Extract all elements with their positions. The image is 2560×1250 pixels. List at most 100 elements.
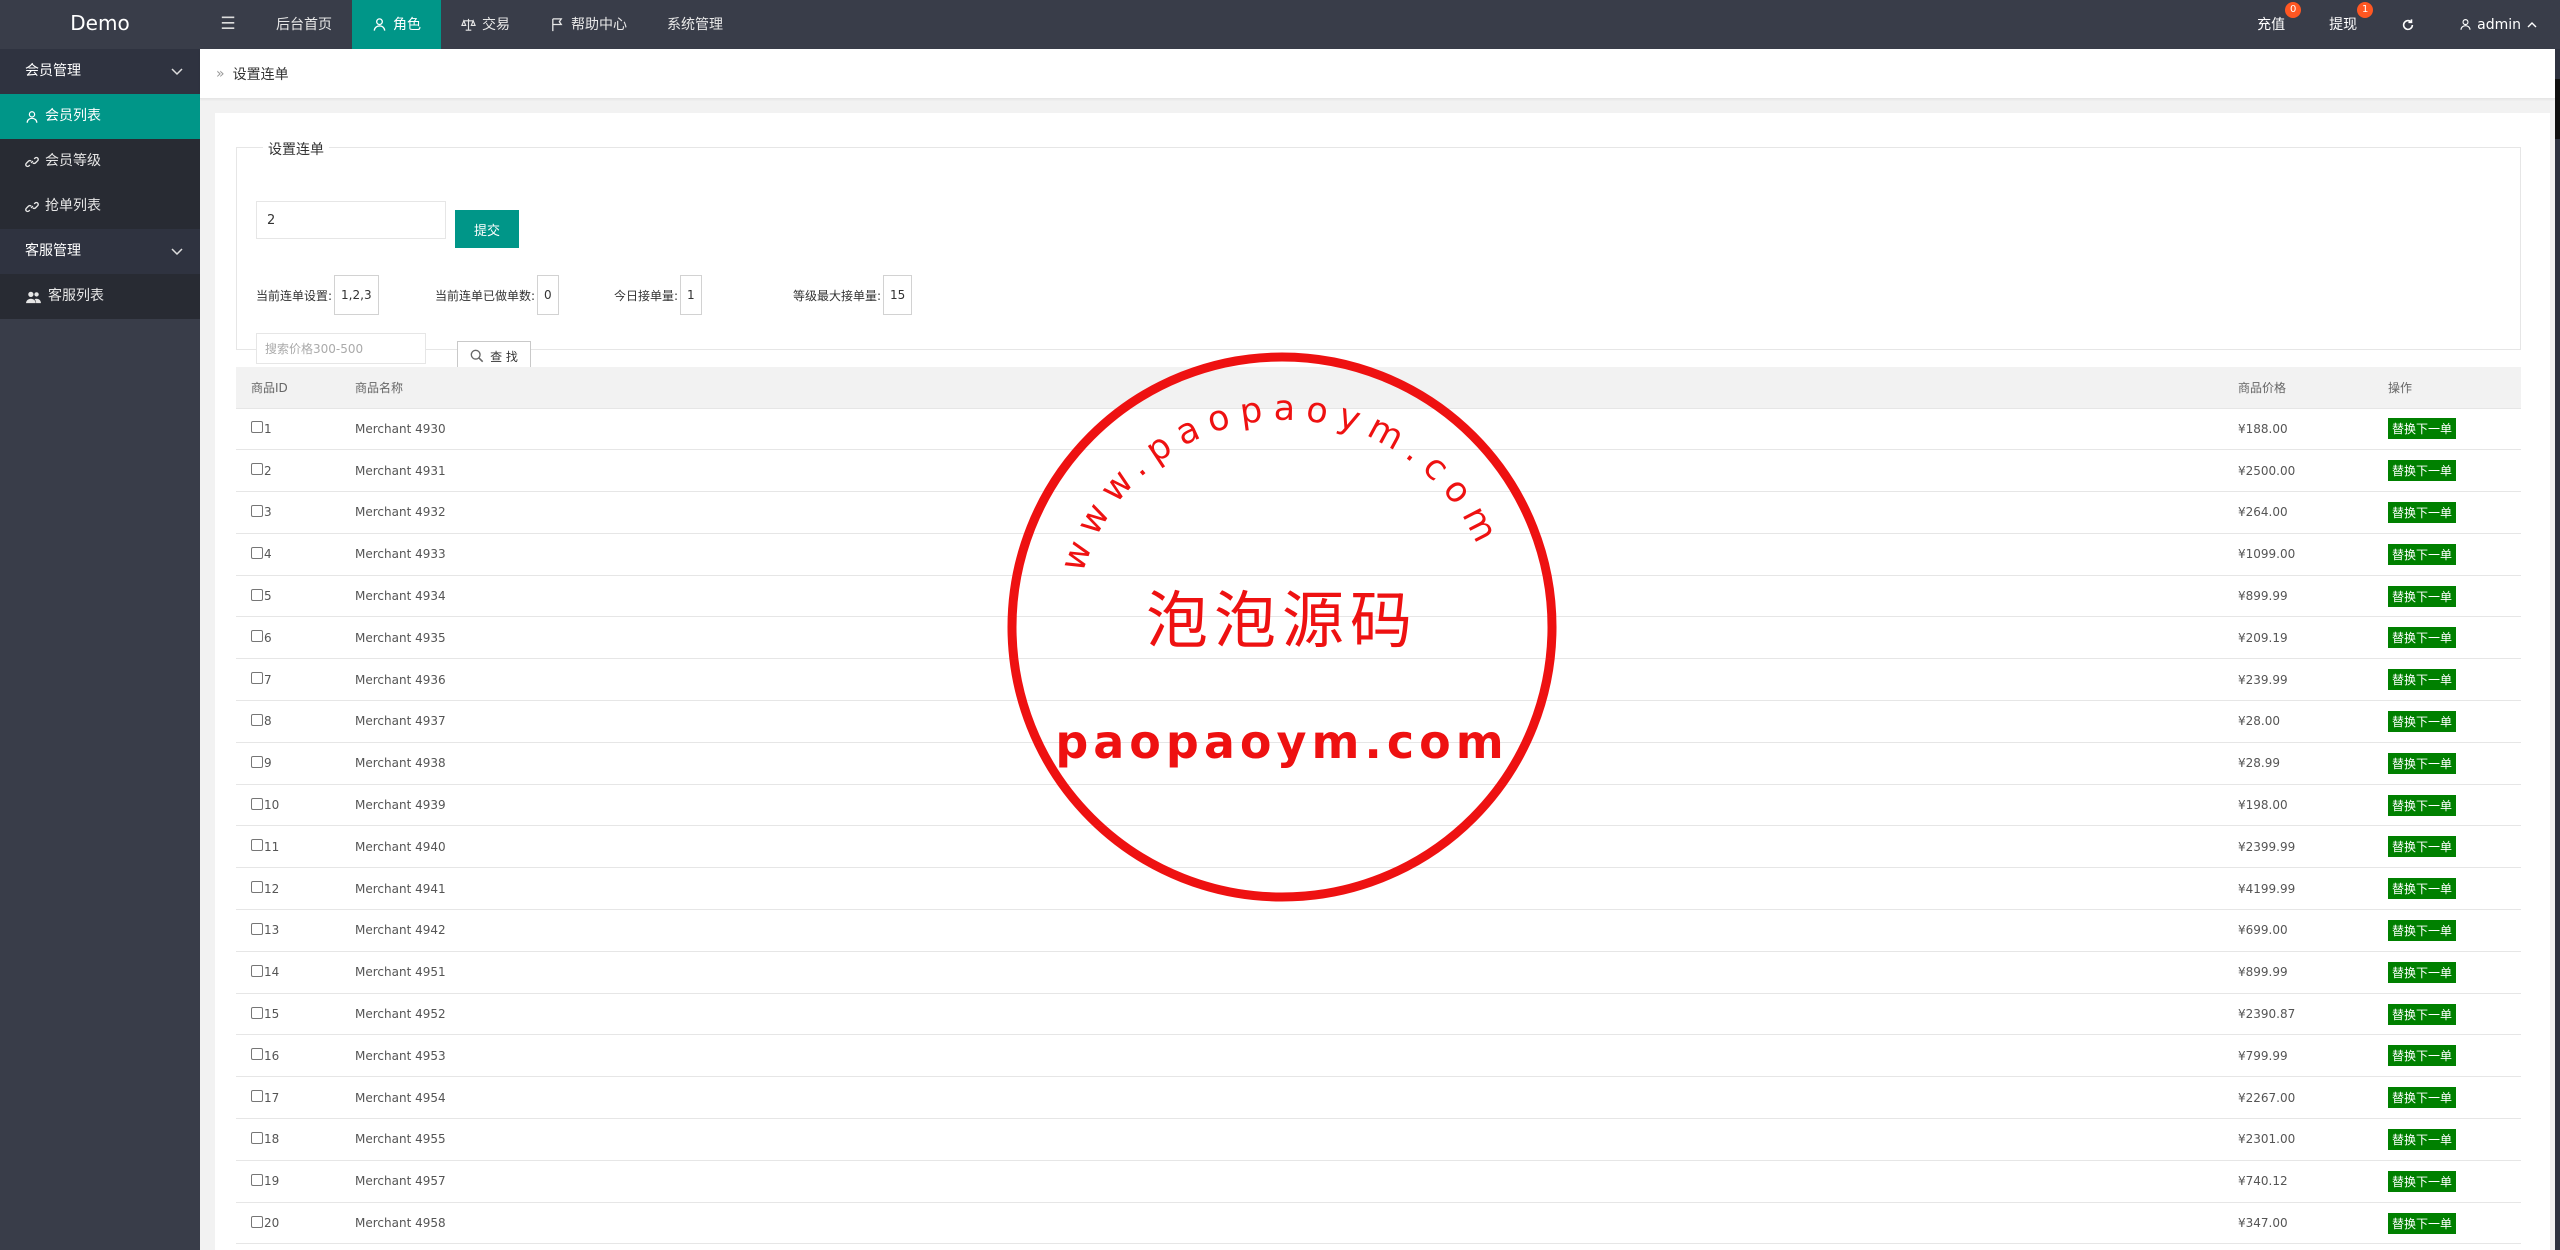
refresh-button[interactable]: [2379, 0, 2437, 49]
scrollbar-thumb[interactable]: [2555, 79, 2560, 139]
submit-button[interactable]: 提交: [455, 210, 519, 248]
user-menu[interactable]: admin: [2437, 0, 2560, 49]
replace-next-button[interactable]: 替换下一单: [2388, 418, 2457, 440]
replace-next-button[interactable]: 替换下一单: [2388, 794, 2457, 816]
row-checkbox[interactable]: [251, 797, 263, 810]
row-id: 1: [264, 421, 272, 436]
row-checkbox[interactable]: [251, 713, 263, 726]
replace-next-button[interactable]: 替换下一单: [2388, 669, 2457, 691]
replace-next-button[interactable]: 替换下一单: [2388, 1087, 2457, 1109]
stat-value: 1: [680, 275, 702, 315]
sidebar-item-member-list[interactable]: 会员列表: [0, 94, 200, 139]
search-icon: [470, 349, 484, 363]
row-checkbox[interactable]: [251, 755, 263, 768]
top-header: Demo ☰ 后台首页 角色 交易 帮助中心 系统管理 充值 0 提现 1 ad…: [0, 0, 2560, 49]
cell-name: Merchant 4953: [340, 1034, 2223, 1078]
sidebar-item-service-list[interactable]: 客服列表: [0, 274, 200, 319]
chain-order-input[interactable]: [256, 201, 446, 239]
top-nav: 后台首页 角色 交易 帮助中心 系统管理: [256, 0, 743, 49]
row-checkbox[interactable]: [251, 463, 263, 476]
replace-next-button[interactable]: 替换下一单: [2388, 752, 2457, 774]
row-id: 2: [264, 463, 272, 478]
col-header-id: 商品ID: [236, 367, 340, 409]
replace-next-button[interactable]: 替换下一单: [2388, 1045, 2457, 1067]
stat-current-setting: 当前连单设置: 1,2,3: [256, 275, 379, 315]
row-checkbox[interactable]: [251, 672, 263, 685]
cell-price: ¥2301.00: [2223, 1118, 2373, 1161]
cell-action: 替换下一单: [2373, 1034, 2521, 1078]
topnav-item-help[interactable]: 帮助中心: [530, 0, 647, 49]
topnav-item-system[interactable]: 系统管理: [647, 0, 743, 49]
table-row: 7 Merchant 4936 ¥239.99 替换下一单: [236, 658, 2521, 702]
topnav-item-role[interactable]: 角色: [352, 0, 441, 49]
table-row: 16 Merchant 4953 ¥799.99 替换下一单: [236, 1034, 2521, 1078]
sidebar-item-member-level[interactable]: 会员等级: [0, 139, 200, 184]
row-checkbox[interactable]: [251, 1006, 263, 1019]
recharge-link[interactable]: 充值 0: [2235, 0, 2307, 49]
replace-next-button[interactable]: 替换下一单: [2388, 1003, 2457, 1025]
table-row: 1 Merchant 4930 ¥188.00 替换下一单: [236, 408, 2521, 451]
sidebar-item-order-list[interactable]: 抢单列表: [0, 184, 200, 229]
row-id: 8: [264, 714, 272, 729]
row-checkbox[interactable]: [251, 1215, 263, 1228]
row-checkbox[interactable]: [251, 504, 263, 517]
cell-id: 1: [236, 408, 340, 451]
cell-price: ¥188.00: [2223, 408, 2373, 451]
cell-price: ¥4199.99: [2223, 867, 2373, 911]
withdraw-link[interactable]: 提现 1: [2307, 0, 2379, 49]
replace-next-button[interactable]: 替换下一单: [2388, 1170, 2457, 1192]
row-checkbox[interactable]: [251, 588, 263, 601]
topnav-label: 帮助中心: [571, 16, 627, 33]
replace-next-button[interactable]: 替换下一单: [2388, 919, 2457, 941]
cell-id: 20: [236, 1202, 340, 1245]
cell-id: 16: [236, 1034, 340, 1078]
topnav-item-home[interactable]: 后台首页: [256, 0, 352, 49]
sidebar-group-label: 客服管理: [25, 243, 81, 259]
cell-action: 替换下一单: [2373, 616, 2521, 660]
cell-price: ¥2390.87: [2223, 993, 2373, 1036]
row-checkbox[interactable]: [251, 922, 263, 935]
sidebar-group-members[interactable]: 会员管理: [0, 49, 200, 94]
menu-toggle-icon[interactable]: ☰: [210, 0, 246, 49]
scrollbar[interactable]: [2555, 49, 2560, 1250]
cell-price: ¥1099.00: [2223, 533, 2373, 576]
row-checkbox[interactable]: [251, 839, 263, 852]
row-checkbox[interactable]: [251, 964, 263, 977]
refresh-icon: [2402, 18, 2414, 30]
stat-today-orders: 今日接单量: 1: [614, 275, 702, 315]
row-checkbox[interactable]: [251, 630, 263, 643]
replace-next-button[interactable]: 替换下一单: [2388, 460, 2457, 482]
cell-action: 替换下一单: [2373, 491, 2521, 534]
cell-price: ¥347.00: [2223, 1202, 2373, 1245]
replace-next-button[interactable]: 替换下一单: [2388, 961, 2457, 983]
cell-id: 11: [236, 825, 340, 869]
cell-id: 2: [236, 449, 340, 493]
form-legend: 设置连单: [263, 139, 329, 159]
replace-next-button[interactable]: 替换下一单: [2388, 627, 2457, 649]
row-id: 20: [264, 1216, 280, 1231]
replace-next-button[interactable]: 替换下一单: [2388, 836, 2457, 858]
sidebar-group-service[interactable]: 客服管理: [0, 229, 200, 274]
stat-label: 当前连单设置:: [256, 288, 333, 303]
search-label: 查 找: [490, 349, 518, 364]
app-logo[interactable]: Demo: [0, 0, 200, 49]
replace-next-button[interactable]: 替换下一单: [2388, 585, 2457, 607]
replace-next-button[interactable]: 替换下一单: [2388, 1128, 2457, 1150]
row-checkbox[interactable]: [251, 546, 263, 559]
row-checkbox[interactable]: [251, 881, 263, 894]
replace-next-button[interactable]: 替换下一单: [2388, 543, 2457, 565]
row-id: 5: [264, 589, 272, 604]
sidebar: 会员管理 会员列表 会员等级 抢单列表 客服管理 客服列表: [0, 49, 200, 1250]
replace-next-button[interactable]: 替换下一单: [2388, 1212, 2457, 1234]
row-checkbox[interactable]: [251, 1048, 263, 1061]
row-checkbox[interactable]: [251, 1131, 263, 1144]
topnav-item-trade[interactable]: 交易: [441, 0, 530, 49]
row-checkbox[interactable]: [251, 421, 263, 434]
price-search-input[interactable]: [256, 333, 426, 364]
replace-next-button[interactable]: 替换下一单: [2388, 710, 2457, 732]
row-checkbox[interactable]: [251, 1173, 263, 1186]
row-checkbox[interactable]: [251, 1090, 263, 1103]
replace-next-button[interactable]: 替换下一单: [2388, 501, 2457, 523]
content-card: 设置连单 提交 当前连单设置: 1,2,3 当前连单已做单数: 0 今日接单量:…: [215, 113, 2550, 1250]
replace-next-button[interactable]: 替换下一单: [2388, 878, 2457, 900]
